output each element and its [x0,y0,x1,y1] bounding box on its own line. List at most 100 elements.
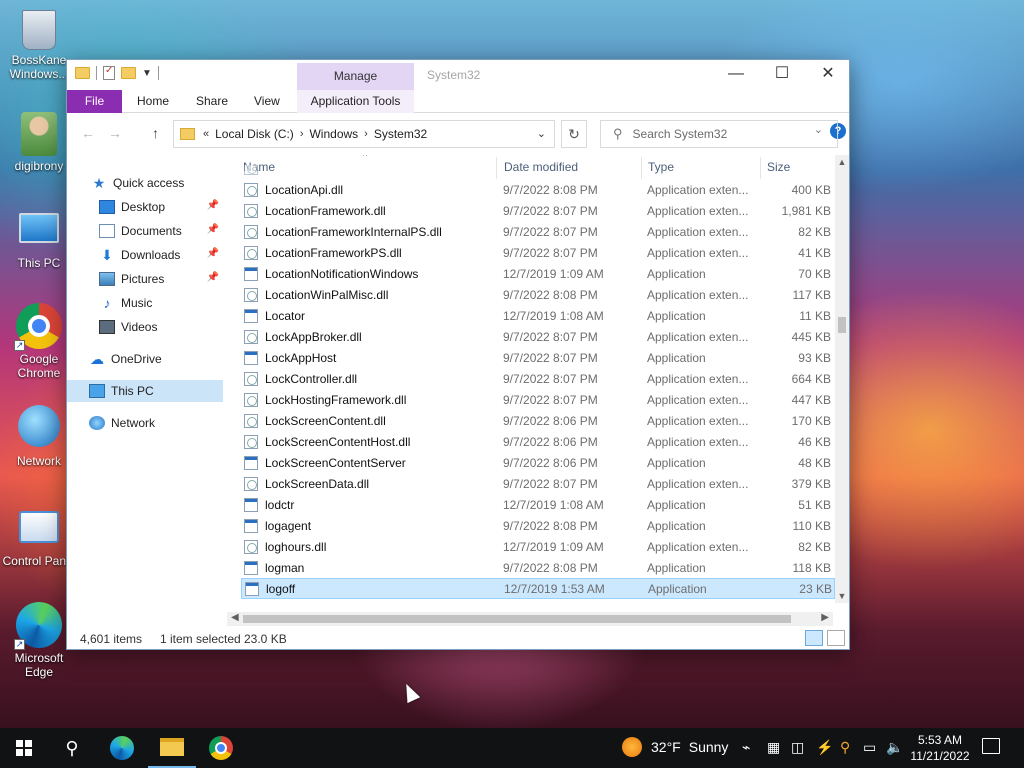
desktop-icon-edge[interactable]: ↗ Microsoft Edge [4,602,74,679]
clock[interactable]: 5:53 AM 11/21/2022 [906,732,974,764]
scrollbar-thumb[interactable] [838,317,846,333]
sidebar-item-pictures[interactable]: Pictures 📌 [67,268,223,290]
chevron-down-icon[interactable]: ⌄ [537,127,546,140]
properties-icon[interactable] [103,65,115,80]
sidebar-item-videos[interactable]: Videos [67,316,223,338]
taskbar-chrome-button[interactable] [197,728,245,768]
weather-temperature: 32°F [651,739,681,755]
forward-arrow-icon[interactable]: → [108,125,122,141]
network-disconnected-icon[interactable]: ⌁ [742,739,750,756]
refresh-button[interactable]: ↻ [561,120,587,148]
breadcrumb-local-disk[interactable]: Local Disk (C:) [215,127,294,141]
sidebar-item-desktop[interactable]: Desktop 📌 [67,196,223,218]
table-row[interactable]: LockScreenContent.dll 9/7/2022 8:06 PM App… [241,410,835,431]
taskbar-file-explorer-button[interactable] [148,728,196,768]
table-row[interactable]: LocationFrameworkPS.dll 9/7/2022 8:07 PM A… [241,242,835,263]
taskbar-edge-button[interactable] [98,728,146,768]
sidebar-item-this-pc[interactable]: This PC [67,380,223,402]
desktop-icon-user-folder[interactable]: digibrony [4,112,74,173]
notification-center-icon[interactable] [982,738,1000,754]
store-icon[interactable]: ▦ [767,739,780,756]
pen-icon[interactable]: ⚡ [816,739,833,756]
table-row[interactable]: logagent 9/7/2022 8:08 PM Application 110 K… [241,515,835,536]
sidebar-item-downloads[interactable]: ⬇ Downloads 📌 [67,244,223,266]
file-size: 117 KB [792,287,831,302]
device-icon[interactable]: ◫ [791,739,804,756]
table-row[interactable]: LockScreenContentHost.dll 9/7/2022 8:06 P… [241,431,835,452]
tab-view[interactable]: View [244,90,290,113]
table-row[interactable]: LockController.dll 9/7/2022 8:07 PM Applic… [241,368,835,389]
table-row[interactable]: LockAppHost 9/7/2022 8:07 PM Application 93… [241,347,835,368]
breadcrumb-chevron-icon[interactable]: › [300,128,304,140]
back-arrow-icon[interactable]: ← [81,125,95,141]
app-tray-icon[interactable]: ⚲ [840,739,850,756]
address-bar[interactable]: « Local Disk (C:) › Windows › System32 ⌄ [173,120,555,148]
breadcrumb-system32[interactable]: System32 [374,127,427,141]
close-button[interactable]: ✕ [805,60,851,90]
maximize-button[interactable]: ☐ [759,60,805,90]
breadcrumb-overflow[interactable]: « [203,128,209,140]
table-row[interactable]: logoff 12/7/2019 1:53 AM Application 23 KB [241,578,835,599]
file-type: Application exten... [647,413,749,428]
table-row[interactable]: LocationNotificationWindows 12/7/2019 1:0… [241,263,835,284]
table-row[interactable]: logman 9/7/2022 8:08 PM Application 118 KB [241,557,835,578]
tab-share[interactable]: Share [186,90,238,113]
table-row[interactable]: LocationFramework.dll 9/7/2022 8:07 PM App… [241,200,835,221]
desktop-icon-network[interactable]: Network [4,405,74,468]
volume-icon[interactable]: 🔈 [886,739,903,756]
desktop-icon-recycle-bin[interactable]: BossKane Windows... [4,10,74,81]
scroll-down-icon[interactable]: ▼ [835,591,849,601]
manage-contextual-tab[interactable]: Manage [297,63,414,90]
file-size: 51 KB [798,497,831,512]
horizontal-scrollbar[interactable]: ◀ ▶ [227,612,833,626]
table-row-partial[interactable] [241,165,835,179]
table-row[interactable]: LocationWinPalMisc.dll 9/7/2022 8:08 PM Ap… [241,284,835,305]
scroll-right-icon[interactable]: ▶ [821,612,829,623]
new-folder-icon[interactable] [121,67,136,79]
scroll-left-icon[interactable]: ◀ [231,612,239,623]
table-row[interactable]: LocationFrameworkInternalPS.dll 9/7/2022 … [241,221,835,242]
table-row[interactable]: LockScreenData.dll 9/7/2022 8:07 PM Applic… [241,473,835,494]
vertical-scrollbar[interactable]: ▲ ▼ [835,155,849,603]
file-name-cell: LockScreenContentHost.dll [241,434,499,449]
tab-application-tools[interactable]: Application Tools [297,90,414,113]
sidebar-item-label: OneDrive [111,352,162,366]
sidebar-item-music[interactable]: ♪ Music [67,292,223,314]
scroll-up-icon[interactable]: ▲ [835,157,849,167]
details-view-button[interactable] [805,630,823,646]
network-icon[interactable]: ▭ [863,739,876,756]
table-row[interactable]: loghours.dll 12/7/2019 1:09 AM Application… [241,536,835,557]
table-row[interactable]: Locator 12/7/2019 1:08 AM Application 11 KB [241,305,835,326]
file-type: Application exten... [647,203,749,218]
breadcrumb-chevron-icon[interactable]: › [364,128,368,140]
table-row[interactable]: LockScreenContentServer 9/7/2022 8:06 PM A… [241,452,835,473]
file-name: LocationApi.dll [265,182,344,197]
taskbar-search-button[interactable]: ⚲ [48,728,96,768]
search-input[interactable]: ⚲ Search System32 [600,120,838,148]
dll-file-icon [244,329,258,344]
tab-home[interactable]: Home [127,90,179,113]
table-row[interactable]: LocationApi.dll 9/7/2022 8:08 PM Applicati… [241,179,835,200]
large-icons-view-button[interactable] [827,630,845,646]
desktop-icon-this-pc[interactable]: This PC [4,205,74,270]
file-date: 9/7/2022 8:07 PM [503,476,598,491]
sidebar-item-network[interactable]: Network [67,412,223,434]
table-row[interactable]: LockAppBroker.dll 9/7/2022 8:07 PM Applica… [241,326,835,347]
desktop-icon-chrome[interactable]: ↗ Google Chrome [4,303,74,380]
sidebar-item-documents[interactable]: Documents 📌 [67,220,223,242]
file-type: Application [647,266,706,281]
minimize-button[interactable]: — [713,60,759,90]
breadcrumb-windows[interactable]: Windows [309,127,358,141]
table-row[interactable]: lodctr 12/7/2019 1:08 AM Application 51 KB [241,494,835,515]
start-button[interactable] [0,728,48,768]
tab-file[interactable]: File [67,90,122,113]
desktop-icon-control-panel[interactable]: Control Panel [3,505,75,568]
weather-widget[interactable]: 32°F Sunny [622,737,728,757]
scrollbar-thumb[interactable] [243,615,791,623]
sidebar-item-quick-access[interactable]: ★ Quick access [67,172,223,194]
customize-toolbar-icon[interactable]: ▼ [142,68,152,79]
title-bar[interactable]: ▼ Manage System32 — ☐ ✕ [67,60,849,90]
up-arrow-icon[interactable]: ↑ [152,125,159,141]
sidebar-item-onedrive[interactable]: ☁ OneDrive [67,348,223,370]
table-row[interactable]: LockHostingFramework.dll 9/7/2022 8:07 PM… [241,389,835,410]
